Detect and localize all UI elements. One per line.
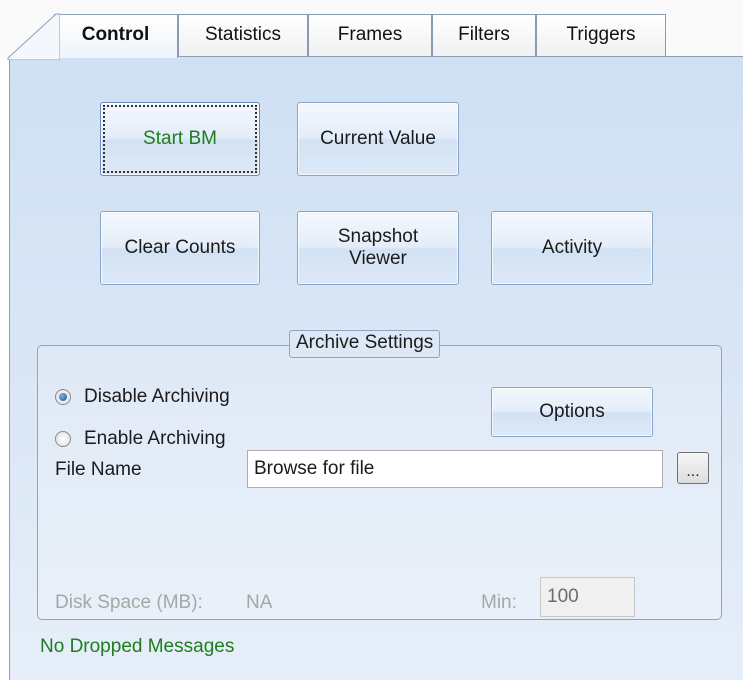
options-button[interactable]: Options	[491, 387, 653, 437]
disable-archiving-radio[interactable]: Disable Archiving	[55, 386, 230, 408]
tab-strip: Control Statistics Frames Filters Trigge…	[0, 0, 743, 60]
enable-archiving-radio[interactable]: Enable Archiving	[55, 428, 226, 450]
file-name-label: File Name	[55, 459, 142, 480]
radio-selected-icon	[55, 389, 71, 405]
tab-statistics[interactable]: Statistics	[178, 14, 308, 58]
snapshot-viewer-label-line1: Snapshot	[337, 226, 419, 247]
disable-archiving-label: Disable Archiving	[84, 386, 230, 407]
archive-settings-title: Archive Settings	[289, 330, 441, 358]
tab-triggers[interactable]: Triggers	[536, 14, 666, 58]
tab-control[interactable]: Control	[54, 14, 178, 58]
enable-archiving-label: Enable Archiving	[84, 428, 226, 449]
browse-button[interactable]: ...	[677, 452, 709, 484]
activity-label: Activity	[541, 237, 603, 258]
active-tab-slant	[7, 13, 60, 60]
disk-space-label: Disk Space (MB):	[55, 592, 203, 613]
clear-counts-button[interactable]: Clear Counts	[100, 211, 260, 285]
status-message: No Dropped Messages	[40, 636, 235, 657]
radio-unselected-icon	[55, 431, 71, 447]
start-bm-label: Start BM	[143, 128, 217, 149]
activity-button[interactable]: Activity	[491, 211, 653, 285]
ellipsis-icon: ...	[686, 463, 700, 480]
snapshot-viewer-label-line2: Viewer	[349, 248, 407, 269]
file-name-input[interactable]	[247, 450, 663, 488]
options-label: Options	[539, 401, 605, 422]
clear-counts-label: Clear Counts	[124, 237, 236, 258]
disk-space-value: NA	[246, 592, 273, 613]
tab-frames[interactable]: Frames	[308, 14, 432, 58]
snapshot-viewer-button[interactable]: Snapshot Viewer	[297, 211, 459, 285]
start-bm-button[interactable]: Start BM	[100, 102, 260, 176]
current-value-button[interactable]: Current Value	[297, 102, 459, 176]
min-label: Min:	[481, 592, 517, 613]
current-value-label: Current Value	[320, 128, 436, 149]
tab-filters[interactable]: Filters	[432, 14, 536, 58]
min-input[interactable]	[540, 577, 635, 617]
